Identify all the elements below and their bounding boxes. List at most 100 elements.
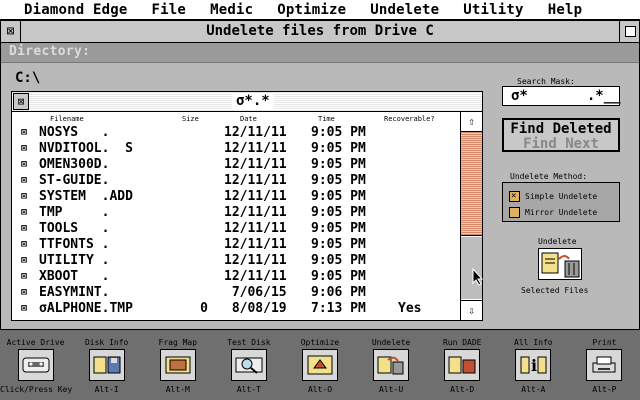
all-info-icon: i xyxy=(515,349,552,381)
toolbar-shortcut: Alt-O xyxy=(307,385,333,394)
file-name: UTILITY . xyxy=(39,253,110,268)
file-row[interactable]: ⊠ UTILITY . 12/11/11 9:05 PM xyxy=(12,253,462,269)
toolbar-button-optimize[interactable]: Optimize Alt-O xyxy=(284,331,355,400)
toolbar-shortcut: Alt-D xyxy=(450,385,475,394)
toolbar-label: Test Disk xyxy=(227,338,271,347)
scroll-up-button[interactable]: ⇧ xyxy=(461,112,482,132)
scroll-thumb[interactable] xyxy=(461,132,482,236)
toolbar-button-print[interactable]: Print Alt-P xyxy=(569,331,640,400)
checkbox-icon: ⊠ xyxy=(21,303,28,314)
file-row[interactable]: ⊠ NVDITOOL. S 12/11/11 9:05 PM xyxy=(12,141,462,157)
close-icon: ⊠ xyxy=(17,95,25,108)
checkbox-icon: ⊠ xyxy=(21,159,28,170)
col-filename[interactable]: Filename xyxy=(50,115,84,123)
menu-optimize[interactable]: Optimize xyxy=(253,0,346,20)
svg-text:i: i xyxy=(531,356,537,375)
drive-icon xyxy=(17,349,54,381)
file-row[interactable]: ⊠ OMEN300D. 12/11/11 9:05 PM xyxy=(12,157,462,173)
search-mask-input[interactable]: σ* .*__ xyxy=(502,86,621,106)
radio-simple-undelete[interactable]: Simple Undelete xyxy=(509,190,619,204)
file-list-mask: σ*.* xyxy=(232,93,274,110)
bottom-toolbar: Active Drive Click/Press Key Disk Info Alt-… xyxy=(0,331,640,400)
col-size[interactable]: Size xyxy=(182,115,199,123)
radio-label: Mirror Undelete xyxy=(525,208,598,217)
col-recoverable[interactable]: Recoverable? xyxy=(384,115,435,123)
file-list-panel: ⊠ σ*.* Filename Size Date Time Recoverab… xyxy=(11,91,483,321)
find-deleted-button[interactable]: Find Deleted Find Next xyxy=(502,118,620,152)
file-list-header: ⊠ σ*.* xyxy=(12,92,482,112)
scroll-down-button[interactable]: ⇩ xyxy=(461,300,482,320)
file-name: SYSTEM .ADD xyxy=(39,189,133,204)
file-name: NVDITOOL. S xyxy=(39,141,133,156)
window-title: Undelete files from Drive C xyxy=(206,23,434,39)
search-mask-label: Search Mask: xyxy=(517,77,575,86)
menu-file[interactable]: File xyxy=(128,0,187,20)
menu-undelete[interactable]: Undelete xyxy=(346,0,439,20)
toolbar-button-run-dade[interactable]: Run DADE Alt-D xyxy=(427,331,498,400)
directory-label: Directory: xyxy=(9,44,91,59)
file-date: 12/11/11 xyxy=(224,253,287,268)
undelete-selected-button[interactable] xyxy=(538,248,582,280)
toolbar-shortcut: Alt-M xyxy=(165,385,190,394)
toolbar-button-disk-info[interactable]: Disk Info Alt-I xyxy=(71,331,142,400)
file-date: 12/11/11 xyxy=(224,269,287,284)
file-name: OMEN300D. xyxy=(39,157,110,172)
file-name: TTFONTS . xyxy=(39,237,110,252)
radio-unchecked-icon xyxy=(509,207,520,218)
selected-files-label: Selected Files xyxy=(521,286,589,295)
file-time: 7:13 PM xyxy=(311,301,366,316)
toolbar-button-undelete[interactable]: Undelete Alt-U xyxy=(356,331,427,400)
menu-utility[interactable]: Utility xyxy=(439,0,523,20)
toolbar-button-test-disk[interactable]: Test Disk Alt-T xyxy=(213,331,284,400)
checkbox-icon: ⊠ xyxy=(21,271,28,282)
file-time: 9:05 PM xyxy=(311,125,366,140)
file-row[interactable]: ⊠ XBOOT . 12/11/11 9:05 PM xyxy=(12,269,462,285)
file-name: EASYMINT. xyxy=(39,285,110,300)
toolbar-button-drive[interactable]: Active Drive Click/Press Key xyxy=(0,331,72,400)
undelete-method-label: Undelete Method: xyxy=(510,172,588,181)
undelete-action-label: Undelete xyxy=(538,237,577,246)
radio-label: Simple Undelete xyxy=(525,192,598,201)
window-close-button[interactable]: ⊠ xyxy=(1,21,21,42)
file-time: 9:05 PM xyxy=(311,221,366,236)
file-row[interactable]: ⊠ EASYMINT. 7/06/15 9:06 PM xyxy=(12,285,462,301)
file-list-close-button[interactable]: ⊠ xyxy=(13,93,29,110)
title-bar[interactable]: ⊠ Undelete files from Drive C xyxy=(1,21,639,43)
file-time: 9:05 PM xyxy=(311,141,366,156)
window-fullsize-button[interactable] xyxy=(619,21,639,42)
radio-checked-icon xyxy=(509,190,520,202)
menu-help[interactable]: Help xyxy=(524,0,583,20)
file-row[interactable]: ⊠ SYSTEM .ADD 12/11/11 9:05 PM xyxy=(12,189,462,205)
scrollbar[interactable]: ⇧ ⇩ xyxy=(460,112,482,320)
toolbar-shortcut: Alt-A xyxy=(521,385,546,394)
col-date[interactable]: Date xyxy=(240,115,257,123)
file-name: TOOLS . xyxy=(39,221,110,236)
file-row[interactable]: ⊠ TTFONTS . 12/11/11 9:05 PM xyxy=(12,237,462,253)
radio-mirror-undelete[interactable]: Mirror Undelete xyxy=(509,206,619,220)
toolbar-label: Run DADE xyxy=(442,338,482,347)
file-name: XBOOT . xyxy=(39,269,110,284)
toolbar-label: All Info xyxy=(514,338,553,347)
menu-medic[interactable]: Medic xyxy=(186,0,253,20)
toolbar-button-all-info[interactable]: All Info i Alt-A xyxy=(498,331,569,400)
menu-diamond-edge[interactable]: Diamond Edge xyxy=(0,0,128,20)
toolbar-button-frag-map[interactable]: Frag Map Alt-M xyxy=(142,331,213,400)
file-name: σALPHONE.TMP xyxy=(39,301,133,316)
file-row[interactable]: ⊠ NOSYS . 12/11/11 9:05 PM xyxy=(12,125,462,141)
file-row[interactable]: ⊠ σALPHONE.TMP 0 8/08/19 7:13 PM Yes xyxy=(12,301,462,317)
file-row[interactable]: ⊠ ST-GUIDE. 12/11/11 9:05 PM xyxy=(12,173,462,189)
frag-map-icon xyxy=(159,349,196,381)
toolbar-shortcut: Alt-P xyxy=(592,385,617,394)
checkbox-icon: ⊠ xyxy=(21,223,28,234)
file-row[interactable]: ⊠ TMP . 12/11/11 9:05 PM xyxy=(12,205,462,221)
mouse-pointer-icon xyxy=(472,268,484,286)
checkbox-icon: ⊠ xyxy=(21,143,28,154)
col-time[interactable]: Time xyxy=(318,115,335,123)
file-time: 9:06 PM xyxy=(311,285,366,300)
file-row[interactable]: ⊠ TOOLS . 12/11/11 9:05 PM xyxy=(12,221,462,237)
file-date: 12/11/11 xyxy=(224,221,287,236)
test-disk-icon xyxy=(230,349,267,381)
find-deleted-label: Find Deleted xyxy=(510,121,612,137)
file-date: 7/06/15 xyxy=(224,285,287,300)
close-icon: ⊠ xyxy=(6,24,15,39)
